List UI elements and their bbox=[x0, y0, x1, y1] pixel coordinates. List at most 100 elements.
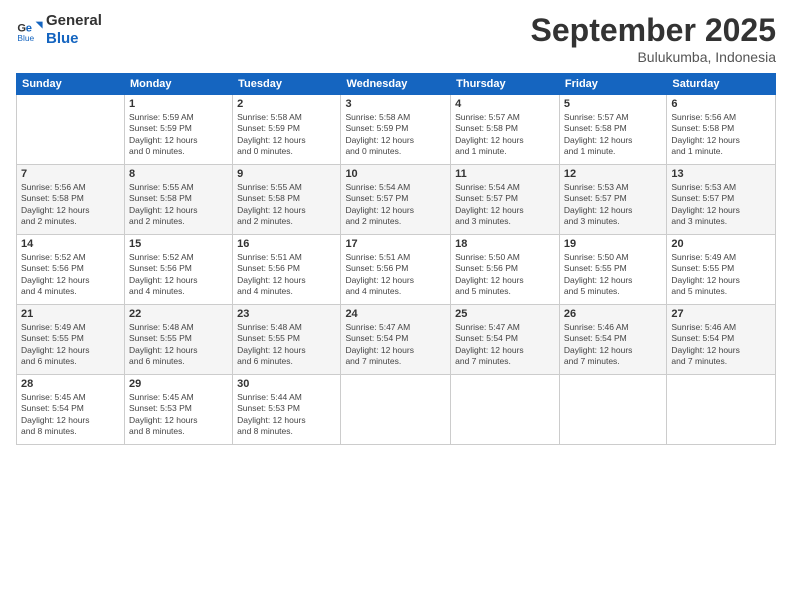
table-row: 18Sunrise: 5:50 AM Sunset: 5:56 PM Dayli… bbox=[451, 235, 560, 305]
day-number: 1 bbox=[129, 98, 228, 110]
table-row: 22 Sunrise: 5:48 AM Sunset: 5:55 PM Dayli… bbox=[124, 305, 232, 375]
table-row bbox=[559, 375, 666, 445]
table-row: 17 Sunrise: 5:51 AM Sunset: 5:56 PM Dayli… bbox=[341, 235, 451, 305]
title-block: September 2025 Bulukumba, Indonesia bbox=[531, 12, 776, 65]
day-number: 19 bbox=[564, 238, 662, 250]
day-info: Sunrise: 5:59 AM Sunset: 5:59 PM Dayligh… bbox=[129, 112, 228, 158]
day-number: 25 bbox=[455, 308, 555, 320]
day-number: 15 bbox=[129, 238, 228, 250]
day-number: 13 bbox=[671, 168, 771, 180]
day-info: Sunrise: 5:51 AM Sunset: 5:56 PM Dayligh… bbox=[345, 252, 446, 298]
day-info: Sunrise: 5:45 AM Sunset: 5:53 PM Dayligh… bbox=[129, 392, 228, 438]
header-thursday: Thursday bbox=[451, 74, 560, 95]
day-info: Sunrise: 5:45 AM Sunset: 5:54 PM Dayligh… bbox=[21, 392, 120, 438]
header-friday: Friday bbox=[559, 74, 666, 95]
table-row: 25Sunrise: 5:47 AM Sunset: 5:54 PM Dayli… bbox=[451, 305, 560, 375]
table-row: 19 Sunrise: 5:50 AM Sunset: 5:55 PM Dayli… bbox=[559, 235, 666, 305]
day-number: 9 bbox=[237, 168, 336, 180]
table-row: 4 Sunrise: 5:57 AM Sunset: 5:58 PM Daylig… bbox=[451, 95, 560, 165]
day-info: Sunrise: 5:49 AM Sunset: 5:55 PM Dayligh… bbox=[21, 322, 120, 368]
day-info: Sunrise: 5:50 AM Sunset: 5:56 PM Dayligh… bbox=[455, 252, 555, 298]
day-info: Sunrise: 5:53 AM Sunset: 5:57 PM Dayligh… bbox=[564, 182, 662, 228]
day-info: Sunrise: 5:51 AM Sunset: 5:56 PM Dayligh… bbox=[237, 252, 336, 298]
day-number: 17 bbox=[345, 238, 446, 250]
day-info: Sunrise: 5:53 AM Sunset: 5:57 PM Dayligh… bbox=[671, 182, 771, 228]
day-number: 11 bbox=[455, 168, 555, 180]
calendar-table: Sunday Monday Tuesday Wednesday Thursday… bbox=[16, 73, 776, 445]
day-number: 4 bbox=[455, 98, 555, 110]
day-info: Sunrise: 5:44 AM Sunset: 5:53 PM Dayligh… bbox=[237, 392, 336, 438]
table-row: 6Sunrise: 5:56 AM Sunset: 5:58 PM Daylig… bbox=[667, 95, 776, 165]
day-info: Sunrise: 5:49 AM Sunset: 5:55 PM Dayligh… bbox=[671, 252, 771, 298]
day-number: 2 bbox=[237, 98, 336, 110]
day-info: Sunrise: 5:48 AM Sunset: 5:55 PM Dayligh… bbox=[129, 322, 228, 368]
logo: G e Blue General Blue bbox=[16, 12, 102, 48]
table-row: 23 Sunrise: 5:48 AM Sunset: 5:55 PM Dayli… bbox=[233, 305, 341, 375]
table-row: 14Sunrise: 5:52 AM Sunset: 5:56 PM Dayli… bbox=[17, 235, 125, 305]
calendar-week-row: 14Sunrise: 5:52 AM Sunset: 5:56 PM Dayli… bbox=[17, 235, 776, 305]
calendar-week-row: 28 Sunrise: 5:45 AM Sunset: 5:54 PM Dayli… bbox=[17, 375, 776, 445]
calendar-week-row: 21 Sunrise: 5:49 AM Sunset: 5:55 PM Dayli… bbox=[17, 305, 776, 375]
table-row: 15 Sunrise: 5:52 AM Sunset: 5:56 PM Dayli… bbox=[124, 235, 232, 305]
header-sunday: Sunday bbox=[17, 74, 125, 95]
header-wednesday: Wednesday bbox=[341, 74, 451, 95]
table-row: 9 Sunrise: 5:55 AM Sunset: 5:58 PM Daylig… bbox=[233, 165, 341, 235]
calendar-header-row: Sunday Monday Tuesday Wednesday Thursday… bbox=[17, 74, 776, 95]
logo-text-line2: Blue bbox=[46, 30, 102, 48]
day-number: 30 bbox=[237, 378, 336, 390]
day-number: 24 bbox=[345, 308, 446, 320]
day-info: Sunrise: 5:47 AM Sunset: 5:54 PM Dayligh… bbox=[345, 322, 446, 368]
table-row bbox=[341, 375, 451, 445]
table-row: 27Sunrise: 5:46 AM Sunset: 5:54 PM Dayli… bbox=[667, 305, 776, 375]
location: Bulukumba, Indonesia bbox=[531, 49, 776, 65]
calendar-week-row: 7 Sunrise: 5:56 AM Sunset: 5:58 PM Daylig… bbox=[17, 165, 776, 235]
day-number: 22 bbox=[129, 308, 228, 320]
table-row: 20Sunrise: 5:49 AM Sunset: 5:55 PM Dayli… bbox=[667, 235, 776, 305]
table-row: 13 Sunrise: 5:53 AM Sunset: 5:57 PM Dayli… bbox=[667, 165, 776, 235]
day-number: 6 bbox=[671, 98, 771, 110]
table-row bbox=[451, 375, 560, 445]
day-number: 28 bbox=[21, 378, 120, 390]
day-info: Sunrise: 5:57 AM Sunset: 5:58 PM Dayligh… bbox=[455, 112, 555, 158]
day-number: 7 bbox=[21, 168, 120, 180]
day-number: 23 bbox=[237, 308, 336, 320]
day-info: Sunrise: 5:55 AM Sunset: 5:58 PM Dayligh… bbox=[237, 182, 336, 228]
month-title: September 2025 bbox=[531, 12, 776, 49]
table-row: 30 Sunrise: 5:44 AM Sunset: 5:53 PM Dayli… bbox=[233, 375, 341, 445]
day-number: 29 bbox=[129, 378, 228, 390]
table-row: 24 Sunrise: 5:47 AM Sunset: 5:54 PM Dayli… bbox=[341, 305, 451, 375]
day-number: 3 bbox=[345, 98, 446, 110]
header-tuesday: Tuesday bbox=[233, 74, 341, 95]
day-info: Sunrise: 5:46 AM Sunset: 5:54 PM Dayligh… bbox=[564, 322, 662, 368]
day-info: Sunrise: 5:48 AM Sunset: 5:55 PM Dayligh… bbox=[237, 322, 336, 368]
day-info: Sunrise: 5:56 AM Sunset: 5:58 PM Dayligh… bbox=[21, 182, 120, 228]
logo-text-line1: General bbox=[46, 12, 102, 30]
table-row bbox=[667, 375, 776, 445]
day-info: Sunrise: 5:54 AM Sunset: 5:57 PM Dayligh… bbox=[455, 182, 555, 228]
day-number: 21 bbox=[21, 308, 120, 320]
day-number: 26 bbox=[564, 308, 662, 320]
day-number: 16 bbox=[237, 238, 336, 250]
day-info: Sunrise: 5:52 AM Sunset: 5:56 PM Dayligh… bbox=[129, 252, 228, 298]
day-info: Sunrise: 5:50 AM Sunset: 5:55 PM Dayligh… bbox=[564, 252, 662, 298]
page-header: G e Blue General Blue September 2025 Bul… bbox=[16, 12, 776, 65]
table-row: 5 Sunrise: 5:57 AM Sunset: 5:58 PM Daylig… bbox=[559, 95, 666, 165]
table-row: 12 Sunrise: 5:53 AM Sunset: 5:57 PM Dayli… bbox=[559, 165, 666, 235]
day-number: 12 bbox=[564, 168, 662, 180]
svg-text:Blue: Blue bbox=[17, 33, 34, 43]
table-row: 26 Sunrise: 5:46 AM Sunset: 5:54 PM Dayli… bbox=[559, 305, 666, 375]
day-number: 10 bbox=[345, 168, 446, 180]
day-info: Sunrise: 5:57 AM Sunset: 5:58 PM Dayligh… bbox=[564, 112, 662, 158]
table-row: 8Sunrise: 5:55 AM Sunset: 5:58 PM Daylig… bbox=[124, 165, 232, 235]
day-info: Sunrise: 5:58 AM Sunset: 5:59 PM Dayligh… bbox=[237, 112, 336, 158]
table-row: 29 Sunrise: 5:45 AM Sunset: 5:53 PM Dayli… bbox=[124, 375, 232, 445]
day-info: Sunrise: 5:55 AM Sunset: 5:58 PM Dayligh… bbox=[129, 182, 228, 228]
day-number: 27 bbox=[671, 308, 771, 320]
day-number: 5 bbox=[564, 98, 662, 110]
table-row: 11 Sunrise: 5:54 AM Sunset: 5:57 PM Dayli… bbox=[451, 165, 560, 235]
table-row: 16 Sunrise: 5:51 AM Sunset: 5:56 PM Dayli… bbox=[233, 235, 341, 305]
table-row: 28 Sunrise: 5:45 AM Sunset: 5:54 PM Dayli… bbox=[17, 375, 125, 445]
logo-icon: G e Blue bbox=[16, 16, 44, 44]
table-row: 10Sunrise: 5:54 AM Sunset: 5:57 PM Dayli… bbox=[341, 165, 451, 235]
day-info: Sunrise: 5:52 AM Sunset: 5:56 PM Dayligh… bbox=[21, 252, 120, 298]
